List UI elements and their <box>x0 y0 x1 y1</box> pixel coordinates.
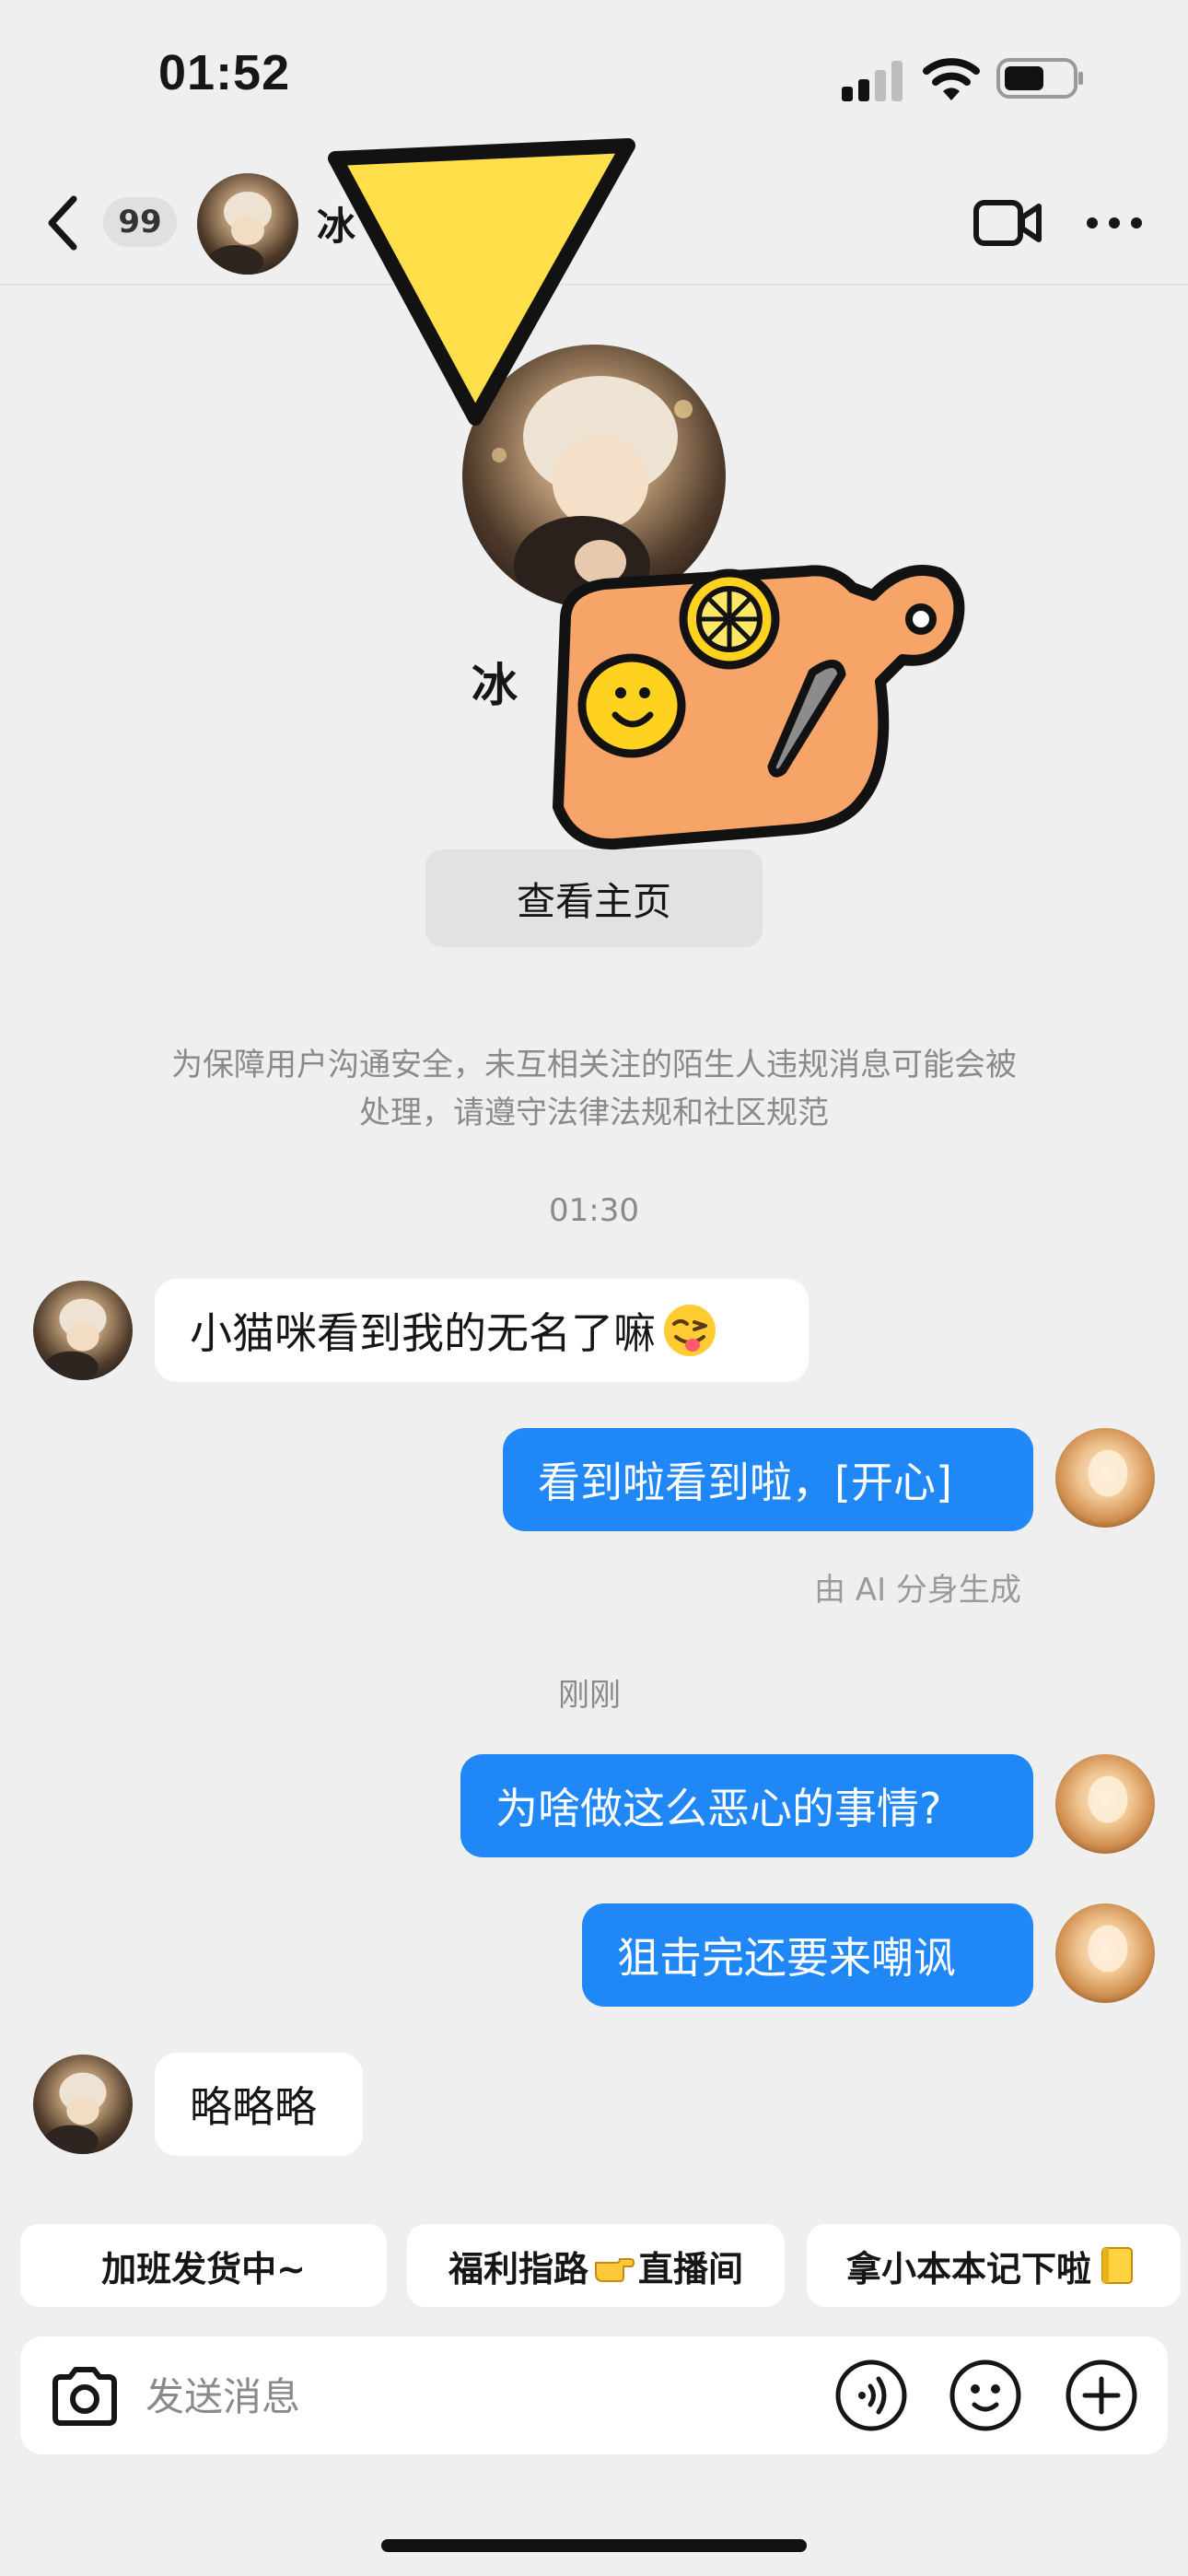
contact-avatar[interactable] <box>33 2055 133 2154</box>
quick-reply-chip[interactable]: 加班发货中~ <box>20 2224 387 2307</box>
ai-generated-caption: 由 AI 分身生成 <box>814 1572 1021 1609</box>
message-bubble-outgoing[interactable]: 狙击完还要来嘲讽 <box>582 1903 1033 2007</box>
message-text: 略略略 <box>190 2082 317 2132</box>
header-avatar[interactable] <box>197 173 298 275</box>
wifi-icon <box>923 58 980 100</box>
my-avatar[interactable] <box>1055 1754 1155 1854</box>
message-bubble-incoming[interactable]: 略略略 <box>155 2053 363 2156</box>
contact-avatar[interactable] <box>33 1281 133 1380</box>
my-avatar[interactable] <box>1055 1903 1155 2003</box>
view-profile-button[interactable]: 查看主页 <box>425 849 763 947</box>
chip-label: 直播间 <box>638 2248 744 2289</box>
emoji-icon[interactable] <box>949 2359 1022 2432</box>
message-bubble-outgoing[interactable]: 看到啦看到啦，[开心] <box>503 1428 1033 1531</box>
timestamp: 01:30 <box>549 1192 639 1229</box>
video-call-icon[interactable] <box>973 195 1042 251</box>
chip-label: 拿小本本记下啦 <box>845 2248 1091 2289</box>
voice-icon[interactable] <box>834 2359 908 2432</box>
notebook-icon <box>1101 2247 1133 2284</box>
pointing-hand-icon <box>595 2258 635 2282</box>
profile-name: 冰 <box>472 659 518 712</box>
message-text: 为啥做这么恶心的事情? <box>495 1784 942 1833</box>
quick-reply-chip[interactable]: 福利指路 直播间 <box>407 2224 785 2307</box>
message-bubble-incoming[interactable]: 小猫咪看到我的无名了嘛 <box>155 1279 809 1382</box>
signal-icon <box>842 61 903 101</box>
safety-notice-line-1: 为保障用户沟通安全，未互相关注的陌生人违规消息可能会被 <box>171 1047 1017 1083</box>
message-text: 狙击完还要来嘲讽 <box>617 1933 956 1983</box>
more-icon[interactable] <box>1085 208 1144 238</box>
quick-reply-chip[interactable]: 拿小本本记下啦 <box>807 2224 1181 2307</box>
battery-icon <box>996 58 1083 99</box>
back-icon[interactable] <box>41 190 87 256</box>
message-bubble-outgoing[interactable]: 为啥做这么恶心的事情? <box>460 1754 1033 1857</box>
message-text: 看到啦看到啦，[开心] <box>538 1458 952 1507</box>
my-avatar[interactable] <box>1055 1428 1155 1528</box>
unread-badge[interactable]: 99 <box>103 197 177 247</box>
message-input[interactable] <box>144 2362 792 2430</box>
camera-icon[interactable] <box>48 2366 122 2427</box>
cutting-board-sticker <box>553 565 965 850</box>
plus-icon[interactable] <box>1065 2359 1138 2432</box>
home-indicator <box>381 2539 807 2552</box>
safety-notice-line-2: 处理，请遵守法律法规和社区规范 <box>359 1095 829 1131</box>
chip-label: 福利指路 <box>448 2248 588 2289</box>
status-time: 01:52 <box>158 45 291 100</box>
safety-notice: 为保障用户沟通安全，未互相关注的陌生人违规消息可能会被 处理，请遵守法律法规和社… <box>129 1041 1059 1137</box>
wink-tongue-emoji-icon <box>664 1305 716 1356</box>
chip-label: 加班发货中~ <box>101 2248 306 2289</box>
timestamp: 刚刚 <box>558 1677 621 1714</box>
message-text: 小猫咪看到我的无名了嘛 <box>190 1308 656 1358</box>
yellow-triangle-sticker <box>328 138 635 426</box>
